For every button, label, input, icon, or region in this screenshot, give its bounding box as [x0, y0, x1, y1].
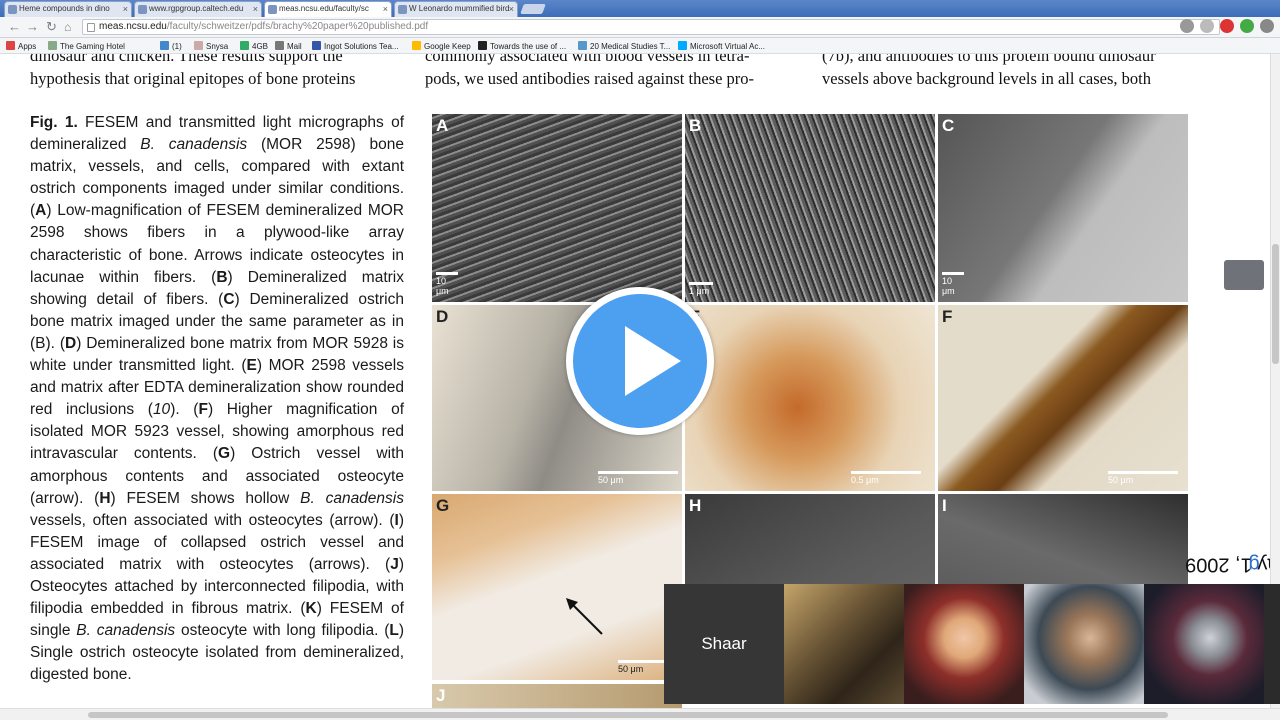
page-icon	[87, 23, 95, 32]
bookmark-ingot[interactable]: Ingot Solutions Tea...	[312, 41, 399, 52]
column-1-header: dinosaur and chicken. These results supp…	[30, 54, 356, 88]
bookmark-favicon-icon	[160, 41, 169, 50]
new-tab-button[interactable]	[520, 4, 546, 14]
bookmark-favicon-icon	[578, 41, 587, 50]
bookmarks-bar: Apps The Gaming Hotel (1) Snysa 4GB Mail…	[0, 38, 1280, 54]
bookmark-favicon-icon	[478, 41, 487, 50]
menu-icon[interactable]	[1260, 19, 1274, 33]
column-2-header: commonly associated with blood vessels i…	[425, 54, 755, 88]
close-icon[interactable]: ×	[253, 2, 258, 16]
browser-toolbar: ← → ↻ ⌂ meas.ncsu.edu/faculty/schweitzer…	[0, 17, 1280, 38]
bookmark-favicon-icon	[48, 41, 57, 50]
tab-meas-active[interactable]: meas.ncsu.edu/faculty/sc ×	[264, 1, 392, 18]
zoom-icon[interactable]	[1180, 19, 1194, 33]
cursor-overlay-button[interactable]	[1224, 260, 1264, 290]
tab-rgpgroup[interactable]: www.rgpgroup.caltech.edu ×	[134, 1, 262, 17]
bookmark-microsoft[interactable]: Microsoft Virtual Ac...	[678, 41, 765, 52]
bookmark-favicon-icon	[194, 41, 203, 50]
close-icon[interactable]: ×	[123, 2, 128, 16]
tab-favicon-icon	[268, 5, 277, 14]
panel-j: J	[432, 684, 682, 708]
bookmark-favicon-icon	[240, 41, 249, 50]
tab-favicon-icon	[8, 5, 17, 14]
participant-video-1[interactable]	[784, 584, 904, 704]
apps-icon	[6, 41, 15, 50]
bookmark-1[interactable]: (1)	[160, 41, 182, 52]
tab-leonardo[interactable]: W Leonardo mummified bird ×	[394, 1, 518, 17]
bookmark-favicon-icon	[678, 41, 687, 50]
tab-bar: Heme compounds in dino × www.rgpgroup.cal…	[0, 0, 1280, 18]
bookmark-google-keep[interactable]: Google Keep	[412, 41, 471, 52]
horizontal-scroll-thumb[interactable]	[88, 712, 1168, 718]
bookmark-gaming-hotel[interactable]: The Gaming Hotel	[48, 41, 125, 52]
participant-video-4[interactable]	[1144, 584, 1264, 704]
panel-e: E 0.5 μm	[685, 305, 935, 491]
panel-b: B 1 μm	[685, 114, 935, 302]
vertical-scroll-thumb[interactable]	[1272, 244, 1279, 364]
keep-icon	[412, 41, 421, 50]
horizontal-scrollbar[interactable]	[0, 708, 1280, 720]
back-icon[interactable]: ←	[8, 20, 21, 34]
home-icon[interactable]: ⌂	[64, 20, 71, 34]
arrow-icon	[566, 598, 603, 635]
bookmark-favicon-icon	[312, 41, 321, 50]
column-3-header: (7b), and antibodies to this protein bou…	[822, 54, 1156, 88]
mail-icon	[275, 41, 284, 50]
tab-favicon-icon	[398, 5, 407, 14]
panel-c: C 10 μm	[938, 114, 1188, 302]
address-path: /faculty/schweitzer/pdfs/brachy%20paper%…	[166, 21, 429, 32]
panel-a: A 10 μm	[432, 114, 682, 302]
bookmark-apps[interactable]: Apps	[6, 41, 36, 52]
tab-favicon-icon	[138, 5, 147, 14]
bookmark-snysa[interactable]: Snysa	[194, 41, 228, 52]
adblock-icon[interactable]	[1220, 19, 1234, 33]
figure-label: Fig. 1.	[30, 114, 78, 131]
participant-video-3[interactable]	[1024, 584, 1144, 704]
participant-video-2[interactable]	[904, 584, 1024, 704]
participant-name-tile[interactable]: Shaar	[664, 584, 784, 704]
video-call-strip: Shaar	[664, 584, 1280, 704]
forward-icon[interactable]: →	[26, 20, 39, 34]
bookmark-medical-studies[interactable]: 20 Medical Studies T...	[578, 41, 670, 52]
video-play-button[interactable]	[566, 287, 714, 435]
close-icon[interactable]: ×	[383, 2, 388, 16]
bookmark-mail[interactable]: Mail	[275, 41, 302, 52]
address-bar[interactable]: meas.ncsu.edu/faculty/schweitzer/pdfs/br…	[82, 19, 1220, 35]
close-icon[interactable]: ×	[509, 2, 514, 16]
panel-f: F 50 μm	[938, 305, 1188, 491]
reload-icon[interactable]: ↻	[46, 20, 57, 34]
toolbar-icons	[1180, 19, 1274, 33]
tab-heme[interactable]: Heme compounds in dino ×	[4, 1, 132, 17]
figure-caption: Fig. 1. FESEM and transmitted light micr…	[30, 114, 405, 684]
star-icon[interactable]	[1200, 19, 1214, 33]
extension-icon[interactable]	[1240, 19, 1254, 33]
bookmark-4gb[interactable]: 4GB	[240, 41, 268, 52]
bookmark-towards[interactable]: Towards the use of ...	[478, 41, 566, 52]
panel-g: G 50 μm	[432, 494, 682, 680]
address-host: meas.ncsu.edu	[99, 21, 167, 32]
